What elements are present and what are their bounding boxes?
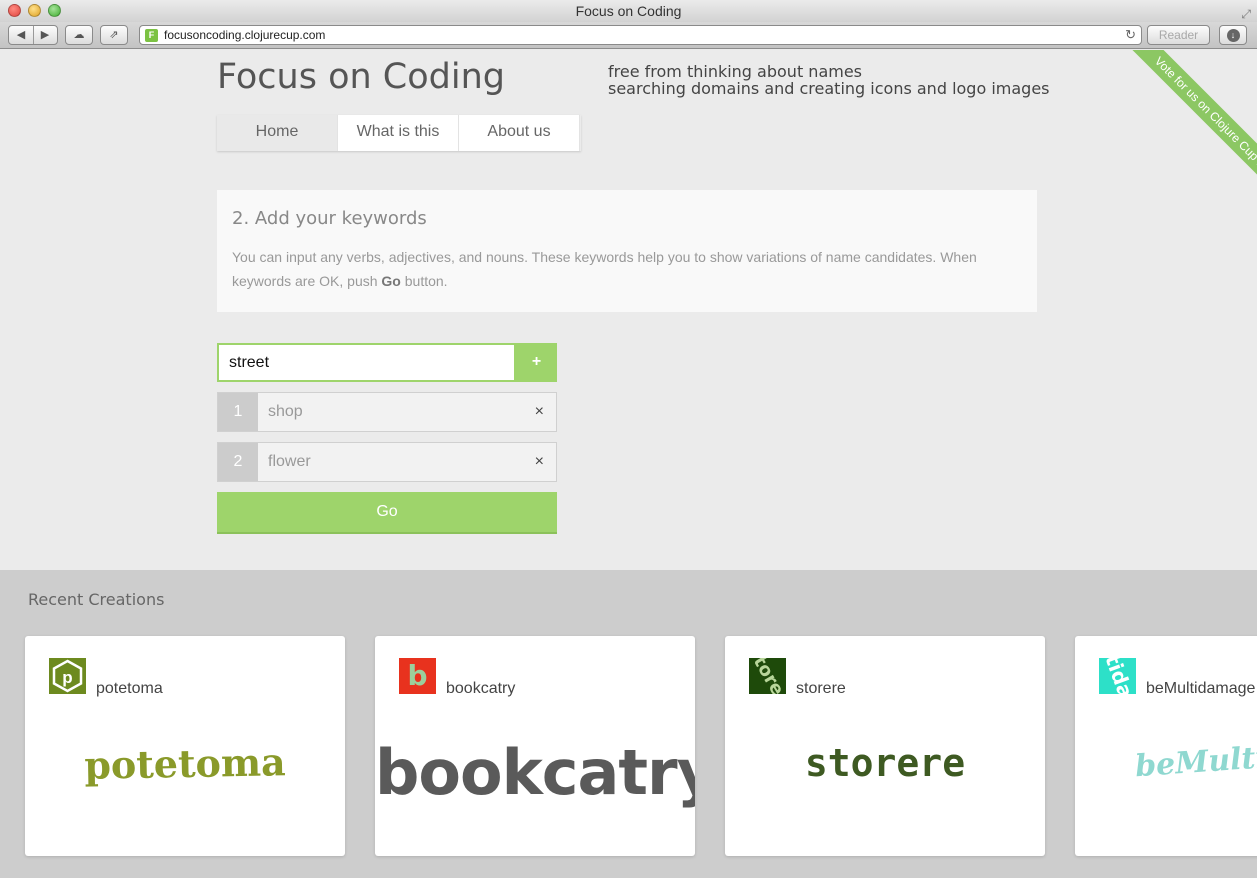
- address-bar[interactable]: F focusoncoding.clojurecup.com ↻: [139, 25, 1142, 45]
- tab-what-is-this[interactable]: What is this: [338, 115, 459, 151]
- recent-creations-section: Recent Creations p potetoma potetoma b b…: [0, 570, 1257, 878]
- keyword-item: 2 flower ×: [217, 442, 557, 482]
- creation-card[interactable]: tore storere storere: [725, 636, 1045, 856]
- recent-creations-heading: Recent Creations: [28, 590, 165, 609]
- share-icon: ⇗: [109, 29, 119, 41]
- window-titlebar: Focus on Coding ⤢: [0, 0, 1257, 22]
- reload-icon[interactable]: ↻: [1125, 26, 1136, 44]
- tagline-line-2: searching domains and creating icons and…: [608, 79, 1050, 98]
- creation-logo: bookcatry: [375, 736, 695, 809]
- remove-keyword-icon[interactable]: ×: [535, 443, 544, 481]
- creation-logo: potetoma: [83, 739, 287, 788]
- creation-name: potetoma: [96, 680, 163, 697]
- keyword-number: 2: [218, 443, 258, 481]
- creation-name: beMultidamage: [1146, 680, 1256, 697]
- vote-ribbon-container: Vote for us on Clojure Cup !: [1087, 50, 1257, 210]
- vote-ribbon-link[interactable]: Vote for us on Clojure Cup !: [1119, 50, 1257, 201]
- keyword-input[interactable]: [217, 343, 516, 382]
- keyword-text: shop: [268, 403, 303, 420]
- remove-keyword-icon[interactable]: ×: [535, 393, 544, 431]
- step-text-after: button.: [400, 273, 448, 289]
- creation-icon: tore: [749, 658, 786, 694]
- creation-card[interactable]: p potetoma potetoma: [25, 636, 345, 856]
- forward-icon[interactable]: ▶: [34, 26, 57, 44]
- creation-card[interactable]: tida beMultidamage beMultid: [1075, 636, 1257, 856]
- browser-toolbar: ◀ ▶ ☁ ⇗ F focusoncoding.clojurecup.com ↻ …: [0, 22, 1257, 49]
- url-text[interactable]: focusoncoding.clojurecup.com: [164, 26, 325, 45]
- back-icon[interactable]: ◀: [10, 26, 33, 44]
- step-panel: 2. Add your keywords You can input any v…: [217, 190, 1037, 312]
- downloads-button[interactable]: ↓: [1219, 25, 1247, 45]
- keyword-number: 1: [218, 393, 258, 431]
- go-button[interactable]: Go: [217, 492, 557, 534]
- creation-card[interactable]: b bookcatry bookcatry: [375, 636, 695, 856]
- tagline-line-1: free from thinking about names: [608, 62, 863, 81]
- keyword-text: flower: [268, 453, 311, 470]
- keyword-item: 1 shop ×: [217, 392, 557, 432]
- close-window-button[interactable]: [8, 4, 21, 17]
- main-nav: Home What is this About us: [217, 115, 581, 151]
- svg-text:p: p: [62, 668, 72, 687]
- zoom-window-button[interactable]: [48, 4, 61, 17]
- creation-icon-glyph: tida: [1100, 658, 1136, 694]
- window-title: Focus on Coding: [575, 3, 682, 19]
- page-content: Focus on Coding free from thinking about…: [0, 50, 1257, 878]
- add-keyword-button[interactable]: +: [516, 343, 557, 382]
- creation-logo: beMultid: [1133, 738, 1257, 785]
- step-text-bold: Go: [381, 273, 401, 289]
- minimize-window-button[interactable]: [28, 4, 41, 17]
- site-favicon-icon: F: [145, 29, 158, 42]
- download-icon: ↓: [1226, 29, 1240, 42]
- icloud-tabs-button[interactable]: ☁: [65, 25, 93, 45]
- creation-icon: tida: [1099, 658, 1136, 694]
- creation-name: bookcatry: [446, 680, 516, 697]
- creation-icon: b: [399, 658, 436, 694]
- hexagon-p-icon: p: [52, 659, 83, 693]
- cloud-icon: ☁: [73, 29, 85, 41]
- share-button[interactable]: ⇗: [100, 25, 128, 45]
- creation-icon-glyph: tore: [749, 658, 786, 694]
- step-heading: 2. Add your keywords: [232, 208, 427, 229]
- keyword-input-row: +: [217, 343, 557, 382]
- site-title: Focus on Coding: [217, 57, 505, 97]
- step-text-before: You can input any verbs, adjectives, and…: [232, 249, 977, 289]
- reader-button[interactable]: Reader: [1147, 25, 1210, 45]
- tab-about-us[interactable]: About us: [459, 115, 580, 151]
- step-description: You can input any verbs, adjectives, and…: [232, 245, 1022, 293]
- site-tagline: free from thinking about names searching…: [608, 63, 1050, 97]
- creation-icon: p: [49, 658, 86, 694]
- creation-logo: storere: [804, 741, 966, 785]
- creation-name: storere: [796, 680, 846, 697]
- history-buttons: ◀ ▶: [8, 25, 58, 45]
- tab-home[interactable]: Home: [217, 115, 338, 151]
